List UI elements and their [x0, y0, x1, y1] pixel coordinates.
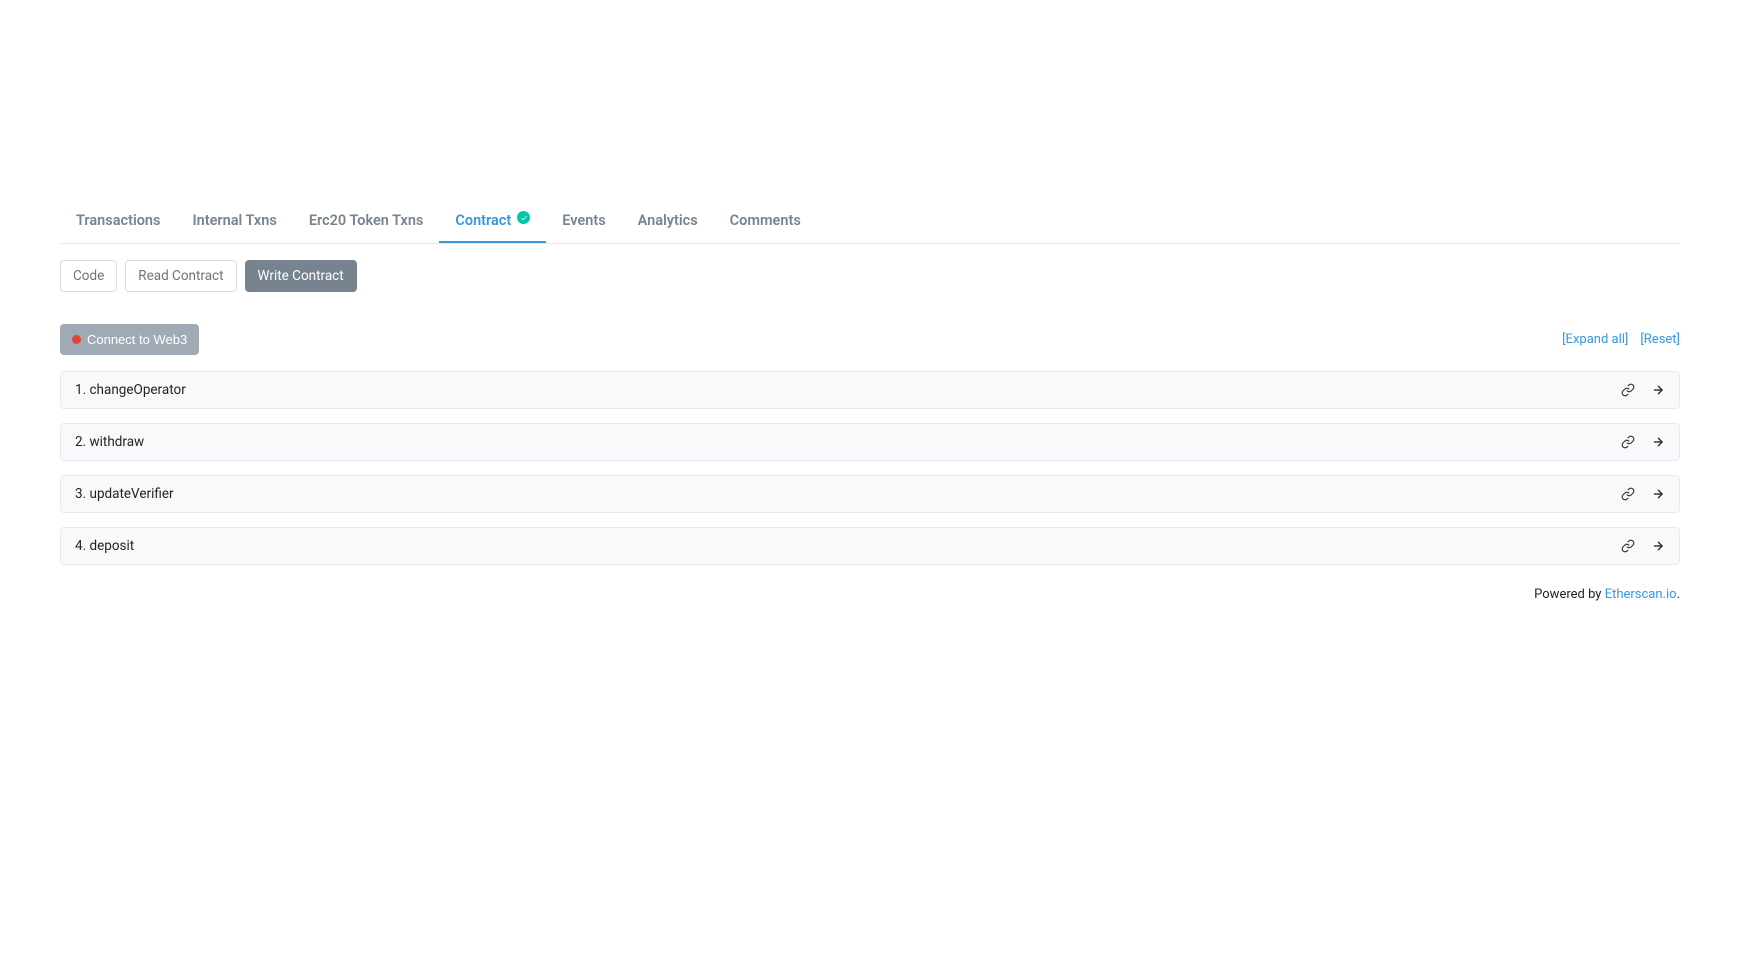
action-links: [Expand all] [Reset]	[1562, 332, 1680, 347]
footer-powered-by: Powered by	[1534, 587, 1605, 602]
reset-link[interactable]: [Reset]	[1640, 332, 1680, 347]
arrow-right-icon[interactable]	[1651, 435, 1665, 449]
expand-all-link[interactable]: [Expand all]	[1562, 332, 1628, 347]
subtab-write-contract[interactable]: Write Contract	[245, 260, 357, 292]
tab-contract[interactable]: Contract	[439, 200, 546, 243]
function-label: 3. updateVerifier	[75, 486, 174, 502]
link-icon[interactable]	[1621, 383, 1635, 397]
link-icon[interactable]	[1621, 487, 1635, 501]
subtab-read-contract[interactable]: Read Contract	[125, 260, 236, 292]
tab-transactions[interactable]: Transactions	[60, 200, 176, 243]
tab-comments[interactable]: Comments	[714, 200, 817, 243]
arrow-right-icon[interactable]	[1651, 383, 1665, 397]
footer-etherscan-link[interactable]: Etherscan.io	[1605, 587, 1677, 602]
link-icon[interactable]	[1621, 435, 1635, 449]
function-icons	[1621, 383, 1665, 397]
arrow-right-icon[interactable]	[1651, 539, 1665, 553]
function-label: 2. withdraw	[75, 434, 144, 450]
function-icons	[1621, 539, 1665, 553]
function-item-withdraw[interactable]: 2. withdraw	[60, 423, 1680, 461]
function-icons	[1621, 487, 1665, 501]
verified-icon	[517, 211, 530, 224]
arrow-right-icon[interactable]	[1651, 487, 1665, 501]
tab-erc20-token-txns[interactable]: Erc20 Token Txns	[293, 200, 440, 243]
tab-analytics[interactable]: Analytics	[622, 200, 714, 243]
function-label: 1. changeOperator	[75, 382, 186, 398]
footer-suffix: .	[1677, 587, 1680, 602]
contract-subtabs: Code Read Contract Write Contract	[60, 244, 1680, 292]
tab-contract-label: Contract	[455, 212, 511, 229]
action-row: Connect to Web3 [Expand all] [Reset]	[60, 324, 1680, 355]
subtab-code[interactable]: Code	[60, 260, 117, 292]
function-item-deposit[interactable]: 4. deposit	[60, 527, 1680, 565]
tab-internal-txns[interactable]: Internal Txns	[176, 200, 292, 243]
connect-web3-button[interactable]: Connect to Web3	[60, 324, 199, 355]
footer: Powered by Etherscan.io.	[60, 587, 1680, 602]
function-label: 4. deposit	[75, 538, 134, 554]
function-item-changeoperator[interactable]: 1. changeOperator	[60, 371, 1680, 409]
link-icon[interactable]	[1621, 539, 1635, 553]
function-icons	[1621, 435, 1665, 449]
tab-events[interactable]: Events	[546, 200, 621, 243]
status-dot-icon	[72, 335, 81, 344]
function-item-updateverifier[interactable]: 3. updateVerifier	[60, 475, 1680, 513]
main-tabs: Transactions Internal Txns Erc20 Token T…	[60, 200, 1680, 244]
connect-label: Connect to Web3	[87, 332, 187, 347]
function-list: 1. changeOperator 2. withdraw 3. updateV…	[60, 371, 1680, 565]
